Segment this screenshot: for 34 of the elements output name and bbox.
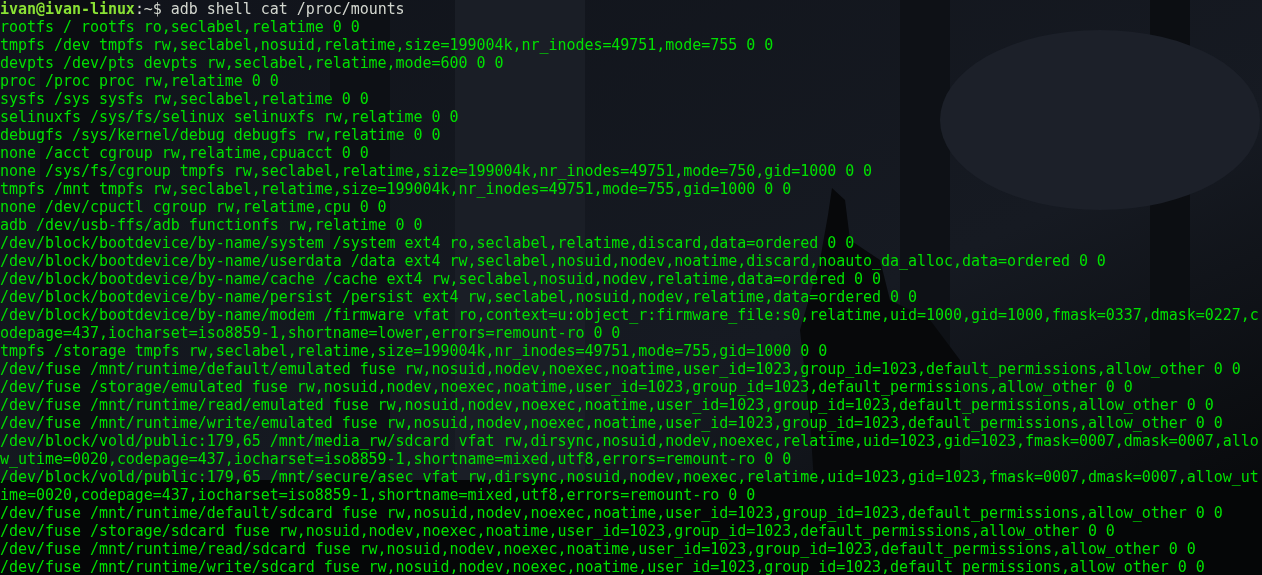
output-line: /dev/fuse /storage/emulated fuse rw,nosuid,nodev,noexec,noatime,user_id=1023,group_id=1023,default_permissions,allow_other 0 0 bbox=[0, 378, 1133, 396]
output-line: /dev/fuse /mnt/runtime/write/sdcard fuse rw,nosuid,nodev,noexec,noatime,user_id=1023,group_id=1023,default_permissions,allow_other 0 0 bbox=[0, 558, 1205, 575]
output-line: /dev/block/vold/public:179,65 /mnt/media_rw/sdcard vfat rw,dirsync,nosuid,nodev,noexec,relatime,uid=1023,gid=1023,fmask=0007,dmask=0007,allo bbox=[0, 432, 1259, 450]
prompt-path: :~$ bbox=[134, 0, 162, 18]
output-line: /dev/block/bootdevice/by-name/cache /cache ext4 rw,seclabel,nosuid,nodev,relatime,data=ordered 0 0 bbox=[0, 270, 882, 288]
output-line: /dev/block/vold/public:179,65 /mnt/secure/asec vfat rw,dirsync,nosuid,nodev,noexec,relatime,uid=1023,gid=1023,fmask=0007,dmask=0007,allow_ut bbox=[0, 468, 1259, 486]
output-line: proc /proc proc rw,relatime 0 0 bbox=[0, 72, 279, 90]
output-line: ime=0020,codepage=437,iocharset=iso8859-1,shortname=mixed,utf8,errors=remount-ro 0 0 bbox=[0, 486, 756, 504]
output-line: rootfs / rootfs ro,seclabel,relatime 0 0 bbox=[0, 18, 360, 36]
prompt-user-host: ivan@ivan-linux bbox=[0, 0, 135, 18]
output-line: tmpfs /storage tmpfs rw,seclabel,relatime,size=199004k,nr_inodes=49751,mode=755,gid=1000 0 0 bbox=[0, 342, 828, 360]
output-line: odepage=437,iocharset=iso8859-1,shortname=lower,errors=remount-ro 0 0 bbox=[0, 324, 621, 342]
output-line: w_utime=0020,codepage=437,iocharset=iso8859-1,shortname=mixed,utf8,errors=remount-ro 0 0 bbox=[0, 450, 792, 468]
output-line: /dev/fuse /mnt/runtime/read/sdcard fuse rw,nosuid,nodev,noexec,noatime,user_id=1023,group_id=1023,default_permissions,allow_other 0 0 bbox=[0, 540, 1196, 558]
output-line: sysfs /sys sysfs rw,seclabel,relatime 0 0 bbox=[0, 90, 369, 108]
output-line: devpts /dev/pts devpts rw,seclabel,relatime,mode=600 0 0 bbox=[0, 54, 504, 72]
output-line: debugfs /sys/kernel/debug debugfs rw,relatime 0 0 bbox=[0, 126, 441, 144]
output-line: selinuxfs /sys/fs/selinux selinuxfs rw,relatime 0 0 bbox=[0, 108, 459, 126]
command-text: adb shell cat /proc/mounts bbox=[169, 0, 405, 18]
output-line: /dev/fuse /mnt/runtime/default/sdcard fuse rw,nosuid,nodev,noexec,noatime,user_id=1023,group_id=1023,default_permissions,allow_other 0 0 bbox=[0, 504, 1223, 522]
output-line: /dev/fuse /storage/sdcard fuse rw,nosuid,nodev,noexec,noatime,user_id=1023,group_id=1023,default_permissions,allow_other 0 0 bbox=[0, 522, 1115, 540]
output-line: /dev/block/bootdevice/by-name/system /system ext4 ro,seclabel,relatime,discard,data=ordered 0 0 bbox=[0, 234, 855, 252]
output-line: adb /dev/usb-ffs/adb functionfs rw,relatime 0 0 bbox=[0, 216, 423, 234]
output-line: /dev/fuse /mnt/runtime/default/emulated fuse rw,nosuid,nodev,noexec,noatime,user_id=1023,group_id=1023,default_permissions,allow_other 0 0 bbox=[0, 360, 1241, 378]
output-line: /dev/block/bootdevice/by-name/userdata /data ext4 rw,seclabel,nosuid,nodev,noatime,discard,noauto_da_alloc,data=ordered 0 0 bbox=[0, 252, 1106, 270]
output-line: /dev/fuse /mnt/runtime/read/emulated fuse rw,nosuid,nodev,noexec,noatime,user_id=1023,group_id=1023,default_permissions,allow_other 0 0 bbox=[0, 396, 1214, 414]
output-line: /dev/fuse /mnt/runtime/write/emulated fuse rw,nosuid,nodev,noexec,noatime,user_id=1023,group_id=1023,default_permissions,allow_other 0 0 bbox=[0, 414, 1223, 432]
output-line: none /sys/fs/cgroup tmpfs rw,seclabel,relatime,size=199004k,nr_inodes=49751,mode=750,gid=1000 0 0 bbox=[0, 162, 873, 180]
output-line: /dev/block/bootdevice/by-name/persist /persist ext4 rw,seclabel,nosuid,nodev,relatime,data=ordered 0 0 bbox=[0, 288, 918, 306]
output-line: tmpfs /dev tmpfs rw,seclabel,nosuid,relatime,size=199004k,nr_inodes=49751,mode=755 0 0 bbox=[0, 36, 774, 54]
output-line: tmpfs /mnt tmpfs rw,seclabel,relatime,size=199004k,nr_inodes=49751,mode=755,gid=1000 0 0 bbox=[0, 180, 792, 198]
output-line: none /acct cgroup rw,relatime,cpuacct 0 0 bbox=[0, 144, 369, 162]
output-line: /dev/block/bootdevice/by-name/modem /firmware vfat ro,context=u:object_r:firmware_file:s0,relatime,uid=1000,gid=1000,fmask=0337,dmask=0227,c bbox=[0, 306, 1259, 324]
output-line: none /dev/cpuctl cgroup rw,relatime,cpu 0 0 bbox=[0, 198, 387, 216]
